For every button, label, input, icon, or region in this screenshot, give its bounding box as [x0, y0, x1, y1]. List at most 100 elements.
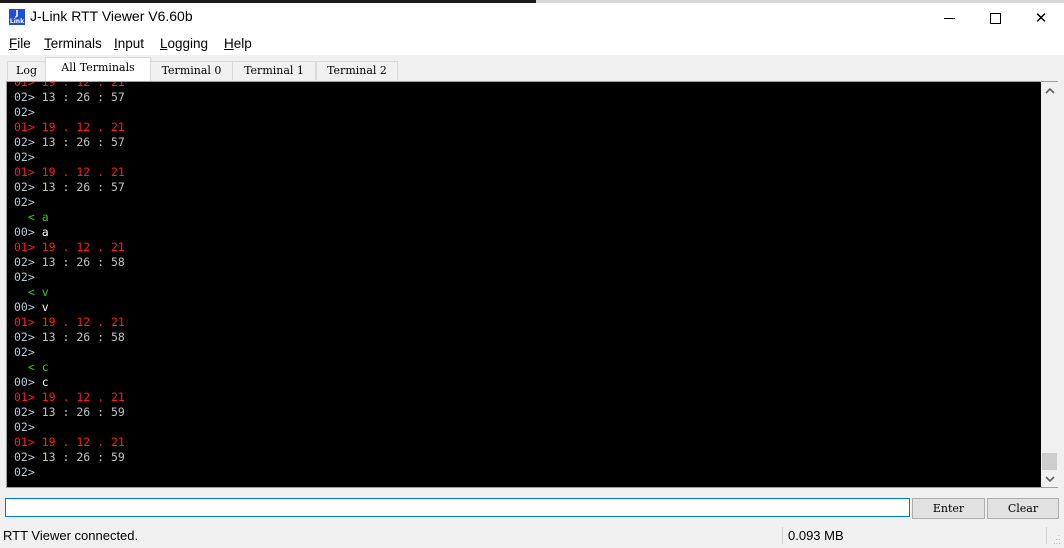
line-text: 19 . 12 . 21 — [34, 82, 125, 89]
terminal-output[interactable]: 01> 19 . 12 . 21 02> 13 : 26 : 57 02> 01> 1… — [8, 82, 1041, 487]
tab-all-terminals[interactable]: All Terminals — [45, 57, 151, 81]
line-prefix: 02> — [14, 405, 35, 419]
terminal-line: 02> — [14, 345, 125, 360]
line-text: 13 : 26 : 57 — [34, 180, 125, 194]
line-text: 13 : 26 : 58 — [34, 255, 125, 269]
terminal-line: 02> 13 : 26 : 57 — [14, 180, 125, 195]
minimize-button[interactable] — [926, 3, 972, 33]
line-prefix: 00> — [14, 375, 35, 389]
terminal-input[interactable] — [5, 498, 910, 517]
menu-help-label: elp — [233, 36, 252, 51]
menu-bar: File Terminals Input Logging Help — [0, 33, 1064, 55]
tab-terminal-1[interactable]: Terminal 1 — [232, 61, 316, 80]
line-prefix: 02> — [14, 90, 35, 104]
terminal-line: 01> 19 . 12 . 21 — [14, 82, 125, 90]
tab-terminal-0[interactable]: Terminal 0 — [150, 61, 233, 80]
clear-button[interactable]: Clear — [987, 498, 1059, 519]
line-prefix: 00> — [14, 225, 35, 239]
maximize-icon — [989, 12, 1001, 24]
scroll-down-button[interactable] — [1041, 470, 1058, 487]
data-size: 0.093 MB — [788, 528, 844, 543]
line-prefix: 02> — [14, 135, 35, 149]
line-prefix: 01> — [14, 240, 35, 254]
terminal-line: 02> 13 : 26 : 58 — [14, 255, 125, 270]
jlink-logo-icon: J Link — [9, 9, 25, 25]
terminal-line: 02> — [14, 270, 125, 285]
terminal-line: 02> — [14, 465, 125, 480]
line-text: 13 : 26 : 59 — [34, 450, 125, 464]
menu-terminals-label: erminals — [50, 36, 102, 51]
line-text: 19 . 12 . 21 — [34, 315, 125, 329]
line-prefix: 01> — [14, 165, 35, 179]
line-prefix: 02> — [14, 150, 35, 164]
icon-text-top: J — [15, 9, 19, 18]
terminal-line: 01> 19 . 12 . 21 — [14, 165, 125, 180]
line-prefix: 02> — [14, 450, 35, 464]
menu-file[interactable]: File — [9, 36, 31, 51]
line-prefix: 02> — [14, 195, 35, 209]
menu-terminals[interactable]: Terminals — [44, 36, 102, 51]
scrollbar-thumb[interactable] — [1042, 453, 1057, 470]
close-icon: ✕ — [1034, 9, 1048, 27]
terminal-line: 02> 13 : 26 : 57 — [14, 135, 125, 150]
line-prefix: 02> — [14, 420, 35, 434]
terminal-line: 01> 19 . 12 . 21 — [14, 435, 125, 450]
terminal-line: 02> 13 : 26 : 59 — [14, 405, 125, 420]
terminal-line: < c — [14, 360, 125, 375]
close-button[interactable]: ✕ — [1018, 3, 1064, 33]
menu-help[interactable]: Help — [224, 36, 252, 51]
line-prefix: 01> — [14, 390, 35, 404]
enter-button[interactable]: Enter — [912, 498, 985, 519]
tab-log[interactable]: Log — [7, 61, 46, 80]
line-prefix: 00> — [14, 300, 35, 314]
line-text: 13 : 26 : 57 — [34, 135, 125, 149]
line-prefix: 02> — [14, 180, 35, 194]
terminal-line: 02> — [14, 150, 125, 165]
line-prefix: 02> — [14, 255, 35, 269]
tab-bar: Log All Terminals Terminal 0 Terminal 1 … — [0, 55, 1064, 82]
menu-terminals-mnemonic: T — [44, 36, 51, 51]
terminal-line: 00> c — [14, 375, 125, 390]
vertical-scrollbar[interactable] — [1041, 82, 1058, 487]
line-prefix: 01> — [14, 120, 35, 134]
terminal-line: 01> 19 . 12 . 21 — [14, 390, 125, 405]
connection-status: RTT Viewer connected. — [3, 528, 139, 543]
window-title: J-Link RTT Viewer V6.60b — [30, 8, 193, 24]
line-prefix: 02> — [14, 330, 35, 344]
minimize-icon — [943, 17, 955, 19]
terminal-line: < a — [14, 210, 125, 225]
chevron-up-icon — [1044, 87, 1055, 94]
terminal-line: 02> 13 : 26 : 57 — [14, 90, 125, 105]
line-text: 19 . 12 . 21 — [34, 390, 125, 404]
menu-file-label: ile — [17, 36, 31, 51]
line-text: c — [34, 375, 49, 389]
line-text: 19 . 12 . 21 — [34, 240, 125, 254]
line-prefix: 02> — [14, 105, 35, 119]
title-bar[interactable]: J Link J-Link RTT Viewer V6.60b ✕ — [0, 3, 1064, 33]
icon-text-bottom: Link — [9, 18, 25, 25]
tab-terminal-2[interactable]: Terminal 2 — [316, 61, 398, 80]
line-prefix: 01> — [14, 435, 35, 449]
terminal-line: < v — [14, 285, 125, 300]
terminal-line: 02> — [14, 420, 125, 435]
scroll-up-button[interactable] — [1041, 82, 1058, 99]
line-prefix: 02> — [14, 270, 35, 284]
status-bar: RTT Viewer connected. 0.093 MB · ·· ··· — [0, 525, 1064, 548]
line-text: 19 . 12 . 21 — [34, 120, 125, 134]
terminal-lines: 01> 19 . 12 . 21 02> 13 : 26 : 57 02> 01> 1… — [14, 82, 125, 480]
terminal-line: 02> — [14, 105, 125, 120]
terminal-line: 01> 19 . 12 . 21 — [14, 240, 125, 255]
terminal-line: 01> 19 . 12 . 21 — [14, 120, 125, 135]
line-text: c — [34, 360, 49, 374]
line-text: a — [34, 210, 49, 224]
line-text: 13 : 26 : 58 — [34, 330, 125, 344]
menu-logging[interactable]: Logging — [160, 36, 208, 51]
maximize-button[interactable] — [972, 3, 1018, 33]
line-prefix: < — [14, 210, 35, 224]
menu-logging-mnemonic: L — [160, 36, 168, 51]
menu-input[interactable]: Input — [114, 36, 144, 51]
resize-grip-icon[interactable]: · ·· ··· — [1053, 532, 1063, 548]
terminal-line: 00> a — [14, 225, 125, 240]
menu-input-label: nput — [117, 36, 145, 51]
menu-logging-label: ogging — [167, 36, 209, 51]
